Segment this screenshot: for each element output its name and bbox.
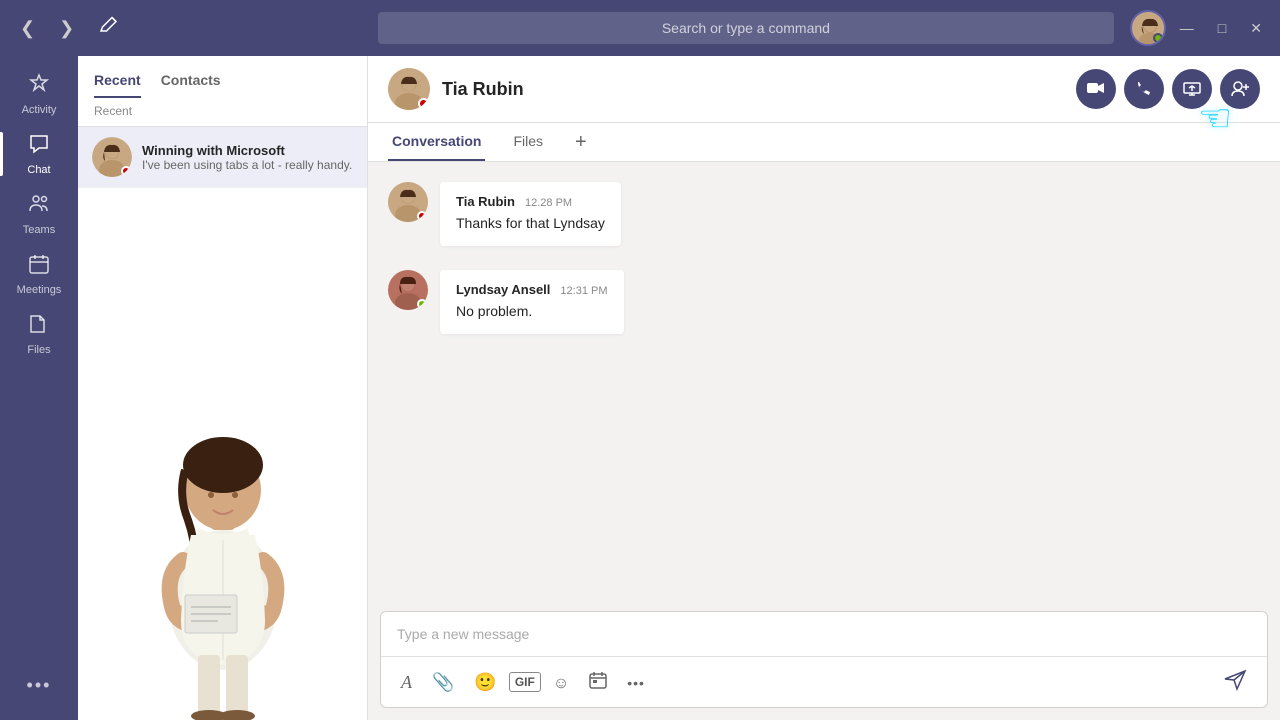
chat-tabs-bar: Conversation Files + bbox=[368, 123, 1280, 162]
message-sender: Tia Rubin bbox=[456, 194, 515, 209]
message-text: Thanks for that Lyndsay bbox=[456, 213, 605, 234]
more-options-button[interactable]: ••• bbox=[619, 668, 653, 697]
message-bubble: Lyndsay Ansell 12:31 PM No problem. bbox=[440, 270, 624, 334]
chat-list-header: Recent Contacts bbox=[78, 56, 367, 98]
attach-button[interactable]: 📎 bbox=[424, 668, 462, 697]
list-item[interactable]: Winning with Microsoft I've been using t… bbox=[78, 127, 367, 188]
chat-header-actions bbox=[1076, 69, 1260, 109]
sidebar-item-meetings[interactable]: Meetings bbox=[0, 244, 78, 304]
format-button[interactable]: A bbox=[393, 668, 420, 697]
message-bubble: Tia Rubin 12.28 PM Thanks for that Lynds… bbox=[440, 182, 621, 246]
chat-preview: I've been using tabs a lot - really hand… bbox=[142, 158, 353, 172]
sidebar-item-chat[interactable]: Chat bbox=[0, 124, 78, 184]
chat-name: Winning with Microsoft bbox=[142, 143, 353, 158]
tab-contacts[interactable]: Contacts bbox=[161, 72, 221, 98]
tab-conversation[interactable]: Conversation bbox=[388, 123, 485, 161]
gif-button[interactable]: GIF bbox=[509, 672, 541, 692]
title-bar: ❮ ❯ — □ ✕ bbox=[0, 0, 1280, 56]
screenshare-button[interactable] bbox=[1172, 69, 1212, 109]
sidebar-more-button[interactable]: ••• bbox=[0, 667, 78, 704]
title-bar-left: ❮ ❯ bbox=[0, 10, 370, 46]
attach-icon: 📎 bbox=[432, 672, 454, 692]
add-people-button[interactable] bbox=[1220, 69, 1260, 109]
files-icon bbox=[27, 312, 51, 340]
video-call-button[interactable] bbox=[1076, 69, 1116, 109]
contact-name: Tia Rubin bbox=[442, 79, 524, 100]
sidebar: Activity Chat Teams bbox=[0, 56, 78, 720]
avatar bbox=[388, 270, 428, 310]
close-button[interactable]: ✕ bbox=[1240, 14, 1272, 43]
meetings-icon bbox=[27, 252, 51, 280]
person-illustration bbox=[123, 424, 323, 720]
schedule-button[interactable] bbox=[581, 667, 615, 698]
sidebar-item-teams[interactable]: Teams bbox=[0, 184, 78, 244]
chat-list: Winning with Microsoft I've been using t… bbox=[78, 127, 367, 424]
message-meta: Tia Rubin 12.28 PM bbox=[456, 194, 605, 209]
message-time: 12.28 PM bbox=[525, 197, 572, 209]
send-button[interactable] bbox=[1215, 663, 1255, 701]
messages-area: Tia Rubin 12.28 PM Thanks for that Lynds… bbox=[368, 162, 1280, 611]
user-avatar[interactable] bbox=[1130, 10, 1166, 46]
chat-subtitle: Recent bbox=[78, 98, 367, 127]
compose-button[interactable] bbox=[90, 10, 128, 46]
emoji-icon: 🙂 bbox=[474, 672, 496, 692]
chat-list-panel: Recent Contacts Recent Winning with Micr… bbox=[78, 56, 368, 720]
minimize-button[interactable]: — bbox=[1170, 14, 1204, 42]
user-status-dot bbox=[1153, 33, 1163, 43]
table-row: Tia Rubin 12.28 PM Thanks for that Lynds… bbox=[388, 182, 1260, 246]
maximize-button[interactable]: □ bbox=[1208, 14, 1236, 42]
chat-main: Tia Rubin bbox=[368, 56, 1280, 720]
emoji-button[interactable]: 🙂 bbox=[466, 668, 504, 697]
avatar bbox=[388, 182, 428, 222]
more-icon: ••• bbox=[27, 675, 52, 696]
message-text: No problem. bbox=[456, 301, 608, 322]
message-input[interactable] bbox=[381, 612, 1267, 656]
add-tab-button[interactable]: + bbox=[571, 131, 591, 154]
tab-files[interactable]: Files bbox=[509, 123, 547, 161]
chat-header-left: Tia Rubin bbox=[388, 68, 524, 110]
teams-label: Teams bbox=[23, 224, 55, 236]
schedule-icon bbox=[589, 673, 607, 693]
activity-icon bbox=[27, 72, 51, 100]
audio-call-button[interactable] bbox=[1124, 69, 1164, 109]
nav-forward-button[interactable]: ❯ bbox=[51, 14, 82, 43]
activity-label: Activity bbox=[22, 104, 57, 116]
format-icon: A bbox=[401, 672, 412, 692]
teams-icon bbox=[27, 192, 51, 220]
chat-tabs: Recent Contacts bbox=[94, 72, 351, 98]
contact-avatar bbox=[388, 68, 430, 110]
input-toolbar: A 📎 🙂 GIF ☺ bbox=[381, 656, 1267, 707]
nav-back-button[interactable]: ❮ bbox=[12, 14, 43, 43]
more-options-icon: ••• bbox=[627, 675, 645, 691]
chat-label: Chat bbox=[27, 164, 50, 176]
sidebar-item-activity[interactable]: Activity bbox=[0, 64, 78, 124]
tab-recent[interactable]: Recent bbox=[94, 72, 141, 98]
avatar bbox=[92, 137, 132, 177]
search-input[interactable] bbox=[378, 12, 1114, 44]
message-meta: Lyndsay Ansell 12:31 PM bbox=[456, 282, 608, 297]
sticker-icon: ☺ bbox=[553, 675, 569, 692]
chat-icon bbox=[27, 132, 51, 160]
gif-icon: GIF bbox=[515, 675, 535, 689]
sticker-button[interactable]: ☺ bbox=[545, 668, 577, 697]
files-label: Files bbox=[27, 344, 50, 356]
chat-header: Tia Rubin bbox=[368, 56, 1280, 123]
meetings-label: Meetings bbox=[17, 284, 62, 296]
message-input-area: A 📎 🙂 GIF ☺ bbox=[380, 611, 1268, 708]
illustration-area bbox=[78, 424, 367, 720]
table-row: Lyndsay Ansell 12:31 PM No problem. bbox=[388, 270, 1260, 334]
message-time: 12:31 PM bbox=[560, 285, 607, 297]
sidebar-item-files[interactable]: Files bbox=[0, 304, 78, 364]
title-bar-right: — □ ✕ bbox=[1122, 10, 1280, 46]
message-sender: Lyndsay Ansell bbox=[456, 282, 550, 297]
chat-info: Winning with Microsoft I've been using t… bbox=[142, 143, 353, 172]
